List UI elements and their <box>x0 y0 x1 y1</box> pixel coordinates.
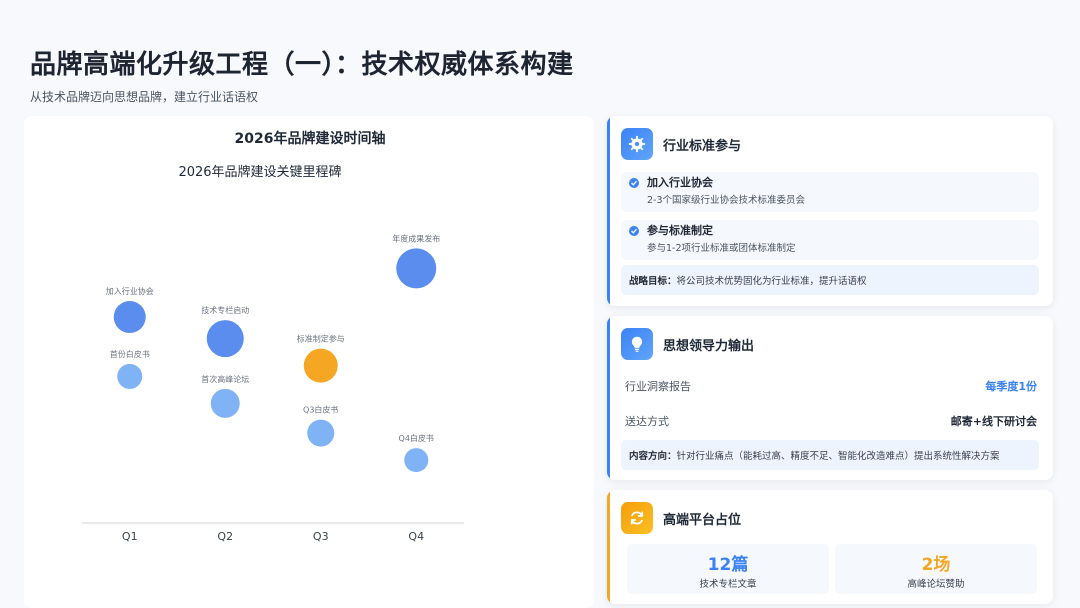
stat-forums-label: 高峰论坛赞助 <box>907 579 965 590</box>
chart-panel: 2026年品牌建设时间轴 2026年品牌建设关键里程碑 Q1 Q2 Q3 Q4 加入行… <box>24 116 594 608</box>
list-item-desc: 2-3个国家级行业协会技术标准委员会 <box>647 195 806 206</box>
check-icon <box>629 226 639 236</box>
check-icon <box>629 178 639 188</box>
strategy-goal-text: 将公司技术优势固化为行业标准，提升话语权 <box>676 276 867 287</box>
lightbulb-icon <box>621 328 653 360</box>
stat-forums: 2场 高峰论坛赞助 <box>835 544 1037 594</box>
stat-columns-label: 技术专栏文章 <box>699 579 757 590</box>
milestone-label: 首次高峰论坛 <box>201 374 249 384</box>
content-direction-text: 针对行业痛点（能耗过高、精度不足、智能化改造难点）提出系统性解决方案 <box>676 451 1000 462</box>
content-direction-box: 内容方向： 针对行业痛点（能耗过高、精度不足、智能化改造难点）提出系统性解决方案 <box>621 440 1039 470</box>
delivery-row-key: 送达方式 <box>625 415 669 428</box>
list-item-title: 加入行业协会 <box>647 176 713 189</box>
milestone-label: 技术专栏启动 <box>201 305 249 315</box>
refresh-icon <box>621 502 653 534</box>
chart-title: 2026年品牌建设关键里程碑 <box>178 164 341 180</box>
milestone-label: Q3白皮书 <box>303 405 338 415</box>
x-tick-label: Q2 <box>217 530 233 543</box>
page-title: 品牌高端化升级工程（一）：技术权威体系构建 <box>30 50 574 80</box>
content-direction-label: 内容方向： <box>629 451 677 462</box>
list-item-desc: 参与1-2项行业标准或团体标准制定 <box>647 243 796 254</box>
platform-card-title: 高端平台占位 <box>663 512 742 528</box>
list-item-title: 参与标准制定 <box>647 224 713 237</box>
x-tick-label: Q4 <box>408 530 424 543</box>
milestone-point[interactable] <box>404 448 429 473</box>
list-item: 参与标准制定 参与1-2项行业标准或团体标准制定 <box>621 220 1039 260</box>
milestone-label: 标准制定参与 <box>297 334 345 344</box>
milestone-label: 年度成果发布 <box>392 233 440 243</box>
milestone-point[interactable] <box>396 248 437 289</box>
report-row: 行业洞察报告 每季度1份 <box>625 376 1037 396</box>
thought-card-title: 思想领导力输出 <box>663 338 755 354</box>
thought-card-header: 思想领导力输出 <box>621 328 754 360</box>
milestone-label: 加入行业协会 <box>106 286 154 296</box>
thought-leadership-card: 思想领导力输出 行业洞察报告 每季度1份 送达方式 邮寄+线下研讨会 内容方向：… <box>607 316 1053 480</box>
report-row-key: 行业洞察报告 <box>625 380 691 393</box>
list-item: 加入行业协会 2-3个国家级行业协会技术标准委员会 <box>621 172 1039 212</box>
stat-forums-value: 2场 <box>921 555 951 575</box>
platform-card-header: 高端平台占位 <box>621 502 741 534</box>
standards-card-header: 行业标准参与 <box>621 128 741 160</box>
standards-card-title: 行业标准参与 <box>663 138 742 154</box>
x-tick-label: Q1 <box>122 530 138 543</box>
report-row-value: 每季度1份 <box>985 380 1037 393</box>
strategy-goal-label: 战略目标： <box>629 276 677 287</box>
delivery-row: 送达方式 邮寄+线下研讨会 <box>625 411 1037 431</box>
milestone-label: 首份白皮书 <box>110 349 150 359</box>
milestone-label: Q4白皮书 <box>399 433 434 443</box>
platform-card: 高端平台占位 12篇 技术专栏文章 2场 高峰论坛赞助 <box>607 490 1053 604</box>
milestone-point[interactable] <box>303 348 338 383</box>
milestone-point[interactable] <box>307 419 335 447</box>
page-subtitle: 从技术品牌迈向思想品牌，建立行业话语权 <box>30 90 259 104</box>
standards-card: 行业标准参与 加入行业协会 2-3个国家级行业协会技术标准委员会 参与标准制定 … <box>607 116 1053 306</box>
strategy-goal-box: 战略目标： 将公司技术优势固化为行业标准，提升话语权 <box>621 265 1039 295</box>
chart-panel-title: 2026年品牌建设时间轴 <box>235 130 386 147</box>
milestone-point[interactable] <box>210 388 240 418</box>
stat-columns: 12篇 技术专栏文章 <box>627 544 829 594</box>
milestone-point[interactable] <box>117 363 143 389</box>
x-tick-label: Q3 <box>313 530 329 543</box>
stat-columns-value: 12篇 <box>707 555 749 575</box>
milestone-chart: 2026年品牌建设时间轴 2026年品牌建设关键里程碑 Q1 Q2 Q3 Q4 加入行… <box>82 130 464 543</box>
delivery-row-value: 邮寄+线下研讨会 <box>950 415 1037 428</box>
gear-icon <box>621 128 653 160</box>
milestone-point[interactable] <box>206 320 244 358</box>
milestone-point[interactable] <box>113 301 146 333</box>
